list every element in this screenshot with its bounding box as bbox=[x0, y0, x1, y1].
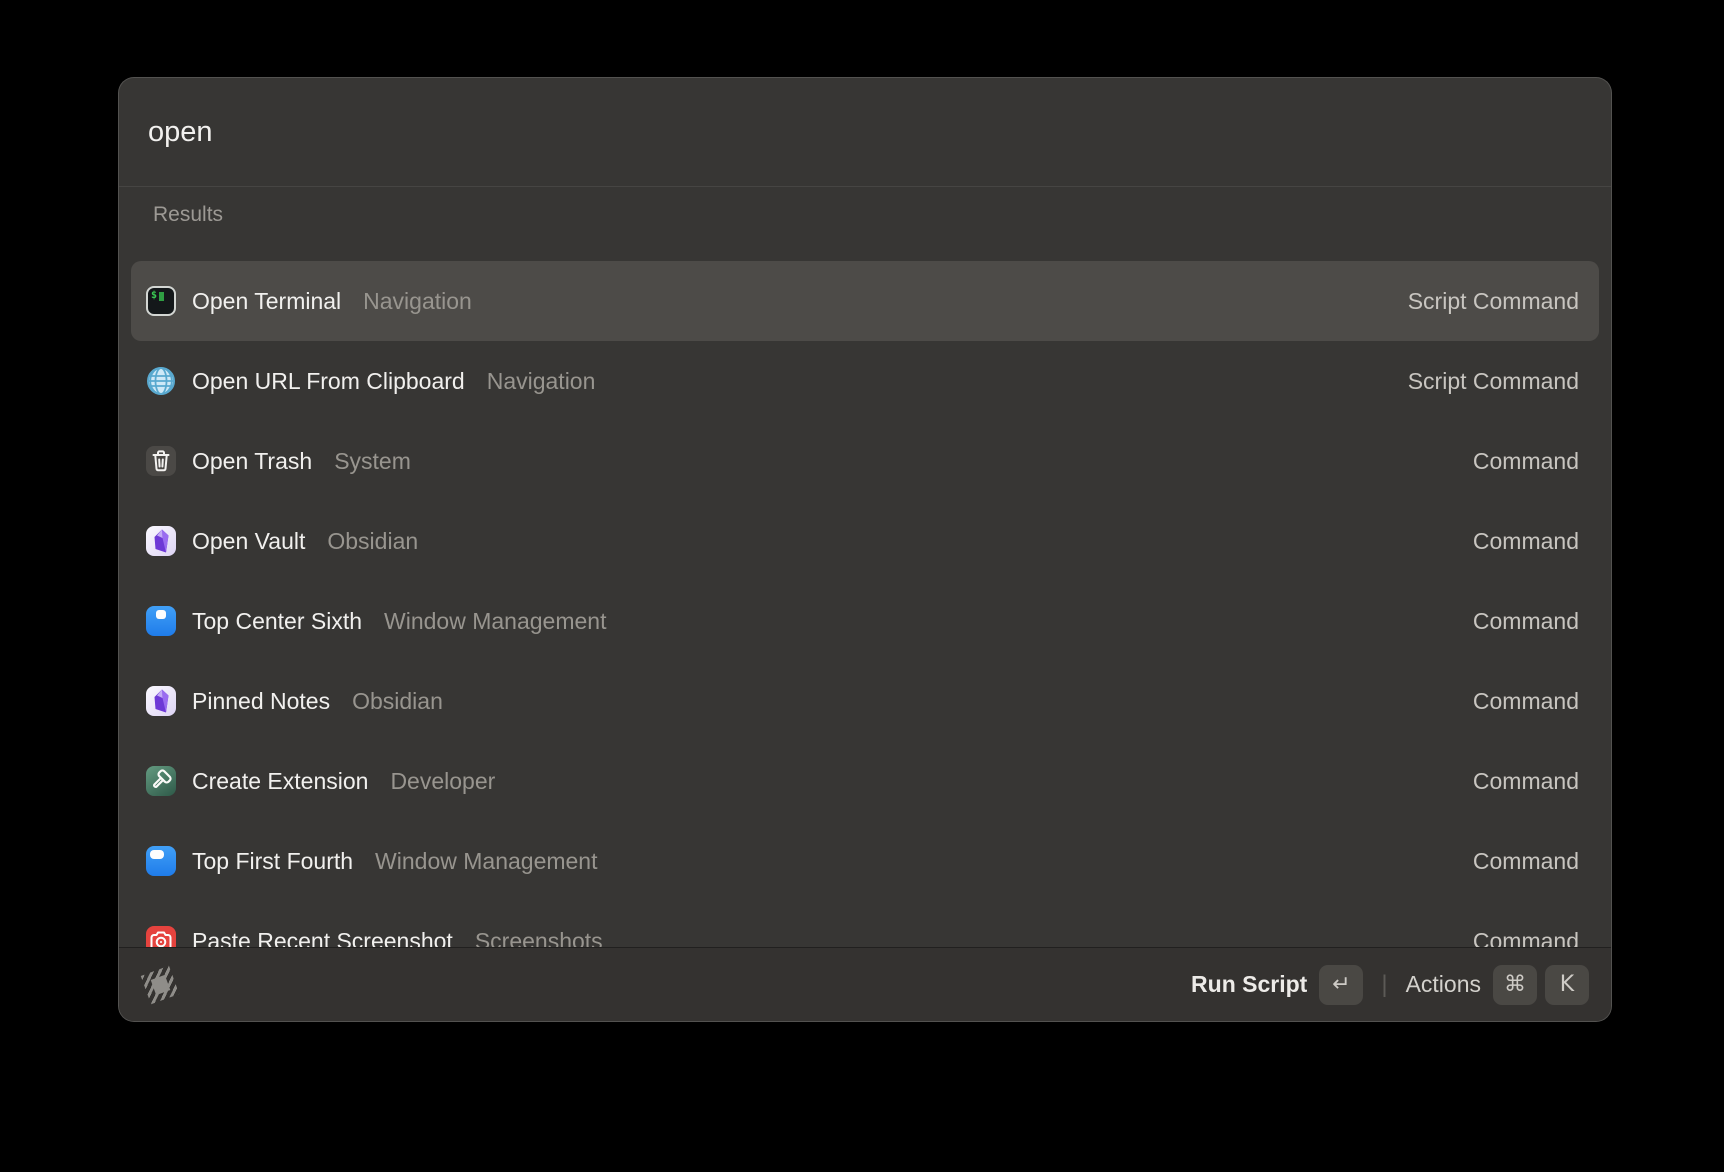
result-type-label: Command bbox=[1473, 688, 1579, 715]
launcher-window: Results $ Open Terminal Navigation Scrip… bbox=[118, 77, 1612, 1022]
result-title: Open URL From Clipboard bbox=[192, 368, 465, 395]
result-type-label: Command bbox=[1473, 768, 1579, 795]
result-type-label: Command bbox=[1473, 528, 1579, 555]
actions-label: Actions bbox=[1406, 971, 1481, 998]
run-script-button[interactable]: Run Script ↵ bbox=[1191, 965, 1363, 1005]
result-type-label: Script Command bbox=[1408, 368, 1579, 395]
globe-icon bbox=[146, 366, 176, 396]
window-top-left-icon bbox=[146, 846, 176, 876]
result-row[interactable]: Open Vault Obsidian Command bbox=[131, 501, 1599, 581]
command-key-icon: ⌘ bbox=[1493, 965, 1537, 1005]
result-row[interactable]: Paste Recent Screenshot Screenshots Comm… bbox=[131, 901, 1599, 947]
results-list: $ Open Terminal Navigation Script Comman… bbox=[119, 261, 1611, 947]
result-row[interactable]: Top First Fourth Window Management Comma… bbox=[131, 821, 1599, 901]
footer: Run Script ↵ | Actions ⌘ K bbox=[119, 947, 1611, 1021]
result-title: Create Extension bbox=[192, 768, 368, 795]
result-type-label: Script Command bbox=[1408, 288, 1579, 315]
trash-icon bbox=[146, 446, 176, 476]
camera-icon bbox=[146, 926, 176, 947]
result-type-label: Command bbox=[1473, 848, 1579, 875]
run-script-label: Run Script bbox=[1191, 971, 1307, 998]
result-subtitle: Obsidian bbox=[352, 688, 443, 715]
obsidian-gem-icon bbox=[146, 526, 176, 556]
search-input[interactable] bbox=[148, 116, 1582, 149]
result-type-label: Command bbox=[1473, 928, 1579, 948]
hammer-icon bbox=[146, 766, 176, 796]
result-title: Open Vault bbox=[192, 528, 305, 555]
result-title: Open Terminal bbox=[192, 288, 341, 315]
script-command-logo-icon bbox=[141, 966, 179, 1004]
search-bar bbox=[119, 78, 1611, 187]
footer-actions: Run Script ↵ | Actions ⌘ K bbox=[1191, 965, 1589, 1005]
result-row[interactable]: Open URL From Clipboard Navigation Scrip… bbox=[131, 341, 1599, 421]
result-subtitle: Window Management bbox=[384, 608, 606, 635]
results-section-header: Results bbox=[119, 187, 1611, 261]
result-row[interactable]: Pinned Notes Obsidian Command bbox=[131, 661, 1599, 741]
result-subtitle: Developer bbox=[390, 768, 495, 795]
result-type-label: Command bbox=[1473, 448, 1579, 475]
result-subtitle: Obsidian bbox=[327, 528, 418, 555]
result-row[interactable]: Top Center Sixth Window Management Comma… bbox=[131, 581, 1599, 661]
result-row[interactable]: $ Open Terminal Navigation Script Comman… bbox=[131, 261, 1599, 341]
result-row[interactable]: Create Extension Developer Command bbox=[131, 741, 1599, 821]
result-title: Open Trash bbox=[192, 448, 312, 475]
result-title: Pinned Notes bbox=[192, 688, 330, 715]
k-key-icon: K bbox=[1545, 965, 1589, 1005]
actions-button[interactable]: Actions ⌘ K bbox=[1406, 965, 1589, 1005]
result-subtitle: System bbox=[334, 448, 411, 475]
result-subtitle: Navigation bbox=[363, 288, 472, 315]
result-subtitle: Navigation bbox=[487, 368, 596, 395]
footer-divider: | bbox=[1381, 971, 1387, 999]
result-subtitle: Window Management bbox=[375, 848, 597, 875]
obsidian-gem-icon bbox=[146, 686, 176, 716]
window-top-center-icon bbox=[146, 606, 176, 636]
terminal-icon: $ bbox=[146, 286, 176, 316]
result-type-label: Command bbox=[1473, 608, 1579, 635]
result-row[interactable]: Open Trash System Command bbox=[131, 421, 1599, 501]
return-key-icon: ↵ bbox=[1319, 965, 1363, 1005]
result-subtitle: Screenshots bbox=[475, 928, 603, 948]
result-title: Top First Fourth bbox=[192, 848, 353, 875]
result-title: Top Center Sixth bbox=[192, 608, 362, 635]
result-title: Paste Recent Screenshot bbox=[192, 928, 453, 948]
actions-shortcut: ⌘ K bbox=[1493, 965, 1589, 1005]
